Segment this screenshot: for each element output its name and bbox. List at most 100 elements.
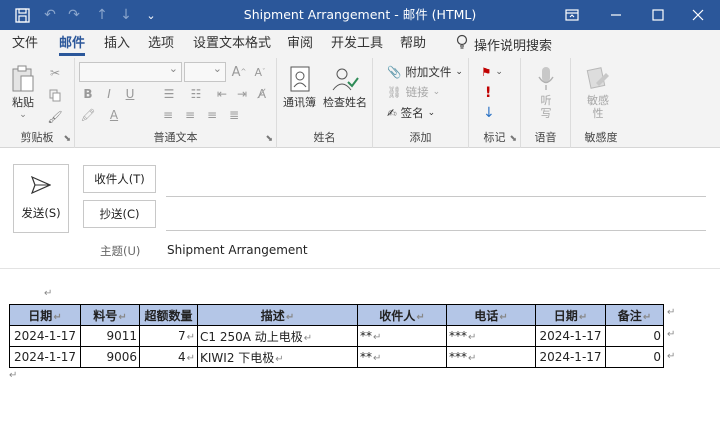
table-cell: 0 xyxy=(605,346,664,368)
table-cell: 0 xyxy=(605,325,664,347)
cc-field[interactable] xyxy=(166,230,706,231)
table-header-cell: 描述↵ xyxy=(197,304,358,326)
table-header-cell: 日期↵ xyxy=(9,304,81,326)
sensitivity-label: 敏感性 xyxy=(587,94,609,120)
align-center-icon[interactable]: ≡ xyxy=(181,106,199,124)
align-right-icon[interactable]: ≡ xyxy=(203,106,221,124)
check-names-icon xyxy=(330,64,360,94)
attach-file-button[interactable]: 📎 附加文件 ⌄ xyxy=(387,62,463,82)
tab-file[interactable]: 文件 xyxy=(12,30,38,58)
ribbon-display-icon[interactable] xyxy=(550,0,594,30)
check-names-label: 检查姓名 xyxy=(323,96,367,109)
voice-group-label: 语音 xyxy=(534,131,557,144)
basic-text-group: A^ Aˇ B I U ☰ ☷ ⇤ ⇥ A̸ 🖍 A ≡ ≡ ≡ ≣ 普通文本 … xyxy=(75,58,277,148)
paragraph-mark: ↵ xyxy=(44,288,53,299)
table-cell: ***↵ xyxy=(446,325,536,347)
font-name-select[interactable] xyxy=(79,62,182,82)
link-dropdown-icon: ⌄ xyxy=(432,87,441,97)
send-button[interactable]: 发送(S) xyxy=(13,164,69,233)
bullets-icon[interactable]: ☰ xyxy=(160,85,178,103)
clear-format-icon[interactable]: A̸ xyxy=(253,85,271,103)
dictate-label: 听写 xyxy=(540,94,552,120)
names-group-label: 姓名 xyxy=(313,131,336,144)
undo-icon[interactable]: ↶ xyxy=(38,0,62,30)
paste-label: 粘贴 xyxy=(12,96,34,109)
high-importance-icon[interactable]: ! xyxy=(485,83,491,103)
subject-field[interactable]: Shipment Arrangement xyxy=(167,243,308,257)
attach-file-dropdown-icon: ⌄ xyxy=(455,67,463,77)
tags-group: ⚑ ⌄ ! ↓ 标记 ⬊ xyxy=(469,58,521,148)
table-cell: C1 250A 动上电极↵ xyxy=(197,325,358,347)
arrow-up-icon[interactable]: ↑ xyxy=(90,0,114,30)
sensitivity-icon xyxy=(583,64,613,94)
microphone-icon xyxy=(531,64,561,94)
tags-launcher-icon[interactable]: ⬊ xyxy=(509,134,517,144)
numbering-icon[interactable]: ☷ xyxy=(187,85,205,103)
highlight-icon[interactable]: 🖍 xyxy=(79,106,97,124)
signature-button[interactable]: ✍ 签名 ⌄ xyxy=(387,103,435,123)
increase-indent-icon[interactable]: ⇥ xyxy=(233,85,251,103)
cut-icon[interactable]: ✂ xyxy=(46,64,64,82)
row-end-mark: ↵ xyxy=(667,351,676,362)
check-names-button[interactable]: 检查姓名 xyxy=(323,64,367,110)
link-button[interactable]: ⛓ 链接 ⌄ xyxy=(387,82,440,102)
dictate-button[interactable]: 听写 xyxy=(531,64,561,120)
grow-font-button[interactable]: A ^ xyxy=(230,63,248,81)
row-end-mark: ↵ xyxy=(667,329,676,340)
save-icon[interactable] xyxy=(10,0,34,30)
tell-me-search[interactable]: 操作说明搜索 xyxy=(456,30,552,58)
tab-message[interactable]: 邮件 xyxy=(59,30,86,58)
row-end-mark: ↵ xyxy=(667,307,676,318)
paragraph-mark: ↵ xyxy=(9,370,18,381)
send-label: 发送(S) xyxy=(21,206,61,220)
to-field[interactable] xyxy=(166,196,706,197)
message-body[interactable]: ↵ 日期↵ 料号↵ 超额数量 描述↵ 收件人↵ 电话↵ 日期↵ 备注↵ 2024… xyxy=(0,270,720,421)
align-left-icon[interactable]: ≡ xyxy=(159,106,177,124)
font-size-select[interactable] xyxy=(184,62,226,82)
paste-button[interactable]: 粘贴 ⌄ xyxy=(8,64,38,120)
sensitivity-button[interactable]: 敏感性 xyxy=(583,64,613,120)
paste-icon xyxy=(8,64,38,94)
table-cell: 9011 xyxy=(80,325,140,347)
table-cell: **↵ xyxy=(357,325,447,347)
justify-icon[interactable]: ≣ xyxy=(225,106,243,124)
format-painter-icon[interactable]: 🖌 xyxy=(46,108,64,126)
table-cell: KIWI2 下电极↵ xyxy=(197,346,358,368)
basic-text-launcher-icon[interactable]: ⬊ xyxy=(265,134,273,144)
redo-icon[interactable]: ↷ xyxy=(62,0,86,30)
decrease-indent-icon[interactable]: ⇤ xyxy=(213,85,231,103)
maximize-icon[interactable] xyxy=(636,0,680,30)
clipboard-launcher-icon[interactable]: ⬊ xyxy=(63,134,71,144)
link-icon: ⛓ xyxy=(387,85,402,99)
clipboard-group: 粘贴 ⌄ ✂ 🖌 剪贴板 ⬊ xyxy=(0,58,75,148)
lightbulb-icon xyxy=(456,34,468,54)
bold-button[interactable]: B xyxy=(79,85,97,103)
arrow-down-icon[interactable]: ↓ xyxy=(114,0,138,30)
font-color-icon[interactable]: A xyxy=(105,106,123,124)
table-header-cell: 日期↵ xyxy=(535,304,606,326)
italic-button[interactable]: I xyxy=(100,85,118,103)
customize-toolbar-icon[interactable]: ⌄ xyxy=(139,0,163,30)
address-book-button[interactable]: 通讯簿 xyxy=(283,64,316,110)
to-button[interactable]: 收件人(T) xyxy=(83,165,156,193)
copy-icon[interactable] xyxy=(46,86,64,104)
table-cell: **↵ xyxy=(357,346,447,368)
paperclip-icon: 📎 xyxy=(387,65,402,79)
tab-insert[interactable]: 插入 xyxy=(104,30,130,58)
cc-button[interactable]: 抄送(C) xyxy=(83,200,156,228)
minimize-icon[interactable] xyxy=(594,0,638,30)
follow-up-flag-button[interactable]: ⚑ ⌄ xyxy=(481,62,503,82)
table-header-cell: 收件人↵ xyxy=(357,304,447,326)
sensitivity-group-label: 敏感度 xyxy=(584,131,618,144)
names-group: 通讯簿 检查姓名 姓名 xyxy=(277,58,373,148)
underline-button[interactable]: U xyxy=(121,85,139,103)
low-importance-icon[interactable]: ↓ xyxy=(483,103,495,123)
close-icon[interactable] xyxy=(676,0,720,30)
tab-help[interactable]: 帮助 xyxy=(400,30,426,58)
tab-format-text[interactable]: 设置文本格式 xyxy=(193,30,271,58)
tab-review[interactable]: 审阅 xyxy=(287,30,313,58)
tab-developer[interactable]: 开发工具 xyxy=(331,30,383,58)
tab-options[interactable]: 选项 xyxy=(148,30,174,58)
shrink-font-button[interactable]: Aˇ xyxy=(251,63,269,81)
table-cell: 2024-1-17 xyxy=(535,325,606,347)
